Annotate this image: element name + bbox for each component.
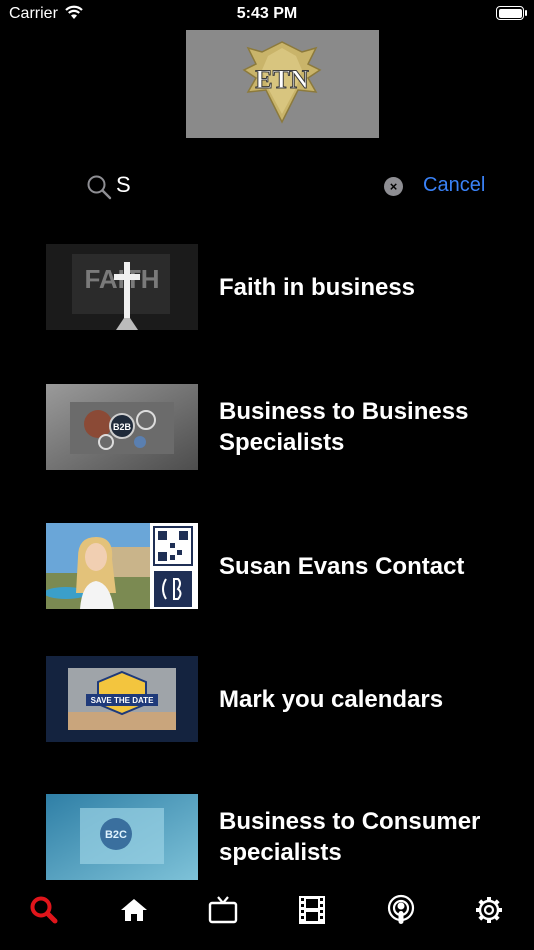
tab-movies[interactable] — [296, 894, 328, 926]
close-icon: × — [389, 179, 398, 194]
podcast-icon — [387, 894, 415, 924]
gear-icon — [476, 897, 502, 923]
search-icon — [30, 896, 58, 924]
tab-tv[interactable] — [207, 894, 239, 926]
result-thumbnail-contact — [46, 523, 198, 609]
tv-icon — [208, 896, 238, 924]
result-title: Mark you calendars — [219, 685, 444, 713]
result-title: Business to Business Specialists — [219, 398, 469, 456]
clock: 5:43 PM — [236, 5, 298, 22]
tab-settings[interactable] — [473, 894, 505, 926]
tab-podcasts[interactable] — [385, 894, 417, 926]
result-thumbnail-calendar: SAVE THE DATE — [46, 656, 198, 742]
result-thumbnail-b2b: B2B — [46, 384, 198, 470]
film-icon — [299, 896, 325, 924]
list-item[interactable]: Susan Evans Contact — [0, 523, 534, 611]
list-item[interactable]: FAITH Faith in business — [0, 244, 534, 332]
home-icon — [121, 899, 147, 921]
result-thumbnail-b2c: B2C — [46, 794, 198, 880]
result-title: Susan Evans Contact — [219, 552, 465, 580]
thumbnail-text: B2B — [113, 422, 132, 432]
thumbnail-text: SAVE THE DATE — [91, 696, 154, 705]
app-logo: ETN — [186, 30, 379, 138]
tab-home[interactable] — [118, 894, 150, 926]
tab-search[interactable] — [28, 894, 60, 926]
clear-search-button[interactable]: × — [384, 177, 403, 196]
thumbnail-text: B2C — [105, 829, 127, 841]
status-bar: Carrier 5:43 PM — [0, 0, 534, 28]
result-thumbnail-faith: FAITH — [46, 244, 198, 330]
list-item[interactable]: B2B Business to Business Specialists — [0, 384, 534, 472]
tab-bar — [0, 880, 534, 950]
result-title: Business to Consumer specialists — [219, 808, 481, 866]
list-item[interactable]: B2C Business to Consumer specialists — [0, 794, 534, 882]
search-icon — [87, 175, 112, 200]
battery-icon — [496, 6, 527, 20]
result-title: Faith in business — [219, 273, 416, 301]
list-item[interactable]: SAVE THE DATE Mark you calendars — [0, 656, 534, 744]
cancel-button[interactable]: Cancel — [423, 174, 485, 197]
search-input[interactable] — [116, 170, 366, 200]
search-bar: × Cancel — [0, 168, 534, 206]
logo-text: ETN — [255, 65, 309, 94]
